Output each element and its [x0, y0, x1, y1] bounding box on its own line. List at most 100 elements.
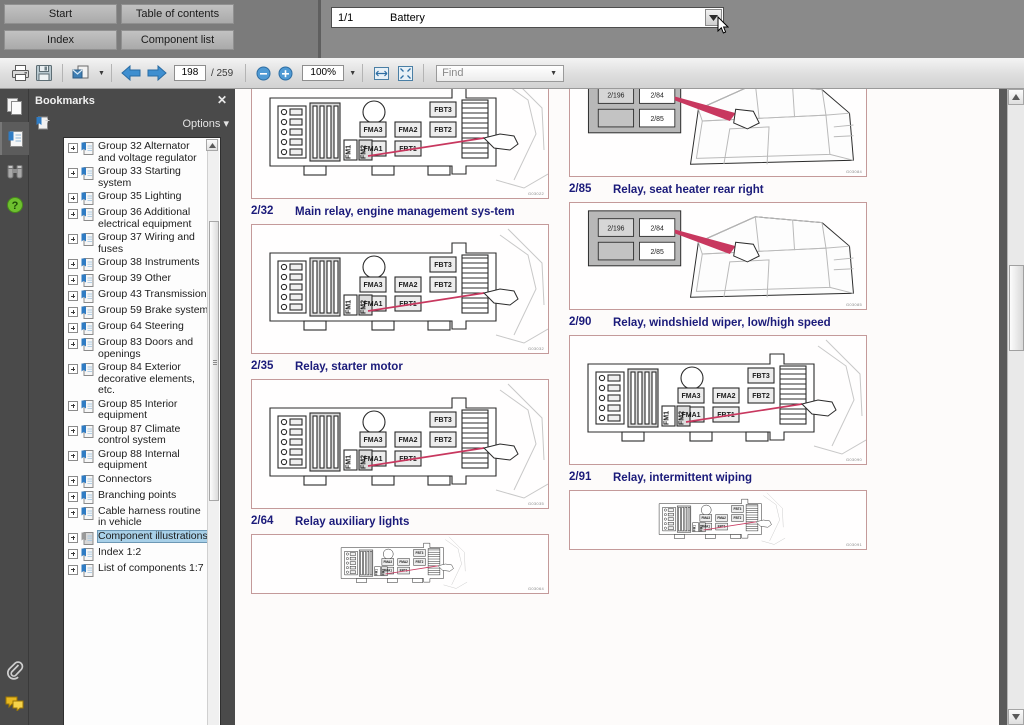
expand-icon[interactable]	[68, 532, 78, 543]
attachments-panel-button[interactable]	[0, 653, 29, 686]
fusebox-illustration: FBT3 FMA3 FMA2 FBT2 FMA1 FBT1 FM1 FM2	[269, 383, 548, 499]
zoom-in-button[interactable]	[274, 61, 296, 86]
comments-panel-button[interactable]	[0, 686, 29, 719]
bookmark-icon	[81, 192, 94, 205]
trunk-relay-illustration: 2/196 2/84 2/85	[587, 210, 854, 298]
bookmark-item[interactable]: Group 84 Exterior decorative elements, e…	[64, 361, 220, 398]
application-window: Start Table of contents Index Component …	[0, 0, 1024, 725]
fit-page-icon[interactable]	[393, 61, 417, 86]
save-icon[interactable]	[32, 61, 56, 86]
bookmark-icon	[81, 290, 94, 303]
toolbar-divider-4	[362, 64, 364, 82]
expand-icon[interactable]	[68, 425, 78, 436]
print-icon[interactable]	[8, 61, 32, 86]
expand-icon[interactable]	[68, 193, 78, 203]
expand-icon[interactable]	[68, 234, 78, 244]
start-button[interactable]: Start	[4, 4, 117, 24]
scroll-up-button[interactable]	[206, 139, 218, 151]
bookmark-item[interactable]: Group 59 Brake system	[64, 304, 220, 320]
bookmark-item[interactable]: Group 83 Doors and openings	[64, 336, 220, 361]
expand-icon[interactable]	[68, 291, 78, 301]
expand-icon[interactable]	[68, 168, 78, 178]
svg-text:FBT2: FBT2	[434, 437, 452, 444]
zoom-dropdown-arrow-icon[interactable]: ▼	[349, 70, 356, 77]
bookmark-item[interactable]: Branching points	[64, 489, 220, 505]
bookmark-item[interactable]: Group 88 Internal equipment	[64, 448, 220, 473]
page-number-input[interactable]: 198	[173, 65, 206, 81]
expand-icon[interactable]	[68, 491, 78, 502]
previous-page-button[interactable]	[118, 61, 144, 86]
component-list-button[interactable]: Component list	[121, 30, 234, 50]
new-bookmark-icon[interactable]	[35, 116, 51, 131]
expand-icon[interactable]	[68, 400, 78, 411]
expand-icon[interactable]	[68, 507, 78, 518]
fusebox-illustration: FBT3 FMA3 FMA2 FBT2 FMA1 FBT1 FM1 FM2	[269, 89, 548, 189]
expand-icon[interactable]	[68, 339, 78, 349]
bookmark-item[interactable]: Connectors	[64, 473, 220, 489]
bookmark-icon	[81, 424, 94, 438]
expand-icon[interactable]	[68, 143, 78, 153]
page-count: / 259	[211, 68, 233, 79]
find-input[interactable]: Find	[436, 64, 565, 82]
expand-icon[interactable]	[68, 450, 78, 461]
bookmarks-tree[interactable]: Group 32 Alternator and voltage regulato…	[63, 137, 221, 725]
bookmark-item[interactable]: Group 87 Climate control system	[64, 423, 220, 448]
bookmarks-vertical-scrollbar[interactable]	[206, 139, 219, 725]
bookmark-item[interactable]: Index 1:2	[64, 546, 220, 562]
bookmark-item[interactable]: List of components 1:7	[64, 562, 220, 578]
expand-icon[interactable]	[68, 475, 78, 486]
bookmark-item[interactable]: Group 33 Starting system	[64, 165, 220, 190]
expand-icon[interactable]	[68, 323, 78, 333]
document-scroll-down-button[interactable]	[1008, 709, 1024, 725]
expand-icon[interactable]	[68, 564, 78, 575]
expand-icon[interactable]	[68, 307, 78, 317]
bookmarks-panel-button[interactable]	[0, 122, 29, 155]
bookmark-item[interactable]: Group 35 Lighting	[64, 190, 220, 206]
zoom-level-input[interactable]: 100%	[302, 65, 345, 81]
bookmark-item[interactable]: Group 32 Alternator and voltage regulato…	[64, 140, 220, 165]
expand-icon[interactable]	[68, 209, 78, 219]
bookmarks-scroll-thumb[interactable]	[209, 221, 219, 501]
find-dropdown-arrow-icon[interactable]: ▼	[550, 70, 557, 77]
bookmark-label: Group 83 Doors and openings	[98, 336, 194, 360]
next-page-button[interactable]	[144, 61, 170, 86]
bookmark-label: Group 88 Internal equipment	[98, 447, 180, 471]
bookmark-item[interactable]: Group 43 Transmission	[64, 288, 220, 304]
pages-panel-button[interactable]	[0, 89, 29, 122]
svg-text:2/84: 2/84	[650, 225, 664, 232]
bookmark-item[interactable]: Group 37 Wiring and fuses	[64, 231, 220, 256]
email-dropdown-arrow-icon[interactable]: ▼	[98, 70, 105, 77]
figure-number: 2/35	[251, 360, 274, 372]
bookmark-item[interactable]: Group 39 Other	[64, 272, 220, 288]
figure-heading: 2/64 Relay auxiliary lights	[251, 515, 549, 529]
expand-icon[interactable]	[68, 548, 78, 559]
bookmark-item[interactable]: Component illustrations	[64, 529, 220, 546]
email-document-icon[interactable]	[69, 61, 93, 86]
chevron-down-icon[interactable]	[705, 9, 722, 26]
expand-icon[interactable]	[68, 259, 78, 269]
component-select[interactable]: 1/1 Battery	[331, 7, 724, 28]
expand-icon[interactable]	[68, 275, 78, 285]
document-scroll-thumb[interactable]	[1009, 265, 1024, 351]
bookmark-item[interactable]: Cable harness routine in vehicle	[64, 505, 220, 530]
bookmark-item[interactable]: Group 38 Instruments	[64, 256, 220, 272]
document-viewport[interactable]: 2/22Relay, climate control system	[235, 89, 1024, 725]
document-vertical-scrollbar[interactable]	[1007, 89, 1024, 725]
search-panel-button[interactable]	[0, 155, 29, 188]
bookmark-label: Group 38 Instruments	[98, 256, 200, 268]
bookmark-item[interactable]: Group 36 Additional electrical equipment	[64, 206, 220, 231]
bookmarks-options-button[interactable]: Options ▾	[182, 117, 229, 130]
close-icon[interactable]: ✕	[217, 93, 227, 107]
help-button[interactable]: ?	[0, 188, 29, 221]
index-button[interactable]: Index	[4, 30, 117, 50]
bookmark-icon	[81, 399, 94, 413]
zoom-out-button[interactable]	[252, 61, 274, 86]
document-scroll-up-button[interactable]	[1008, 89, 1024, 105]
fit-width-icon[interactable]	[369, 61, 393, 86]
expand-icon[interactable]	[68, 364, 78, 374]
bookmark-label: Group 59 Brake system	[98, 304, 209, 316]
bookmark-item[interactable]: Group 85 Interior equipment	[64, 398, 220, 423]
bookmark-item[interactable]: Group 64 Steering	[64, 320, 220, 336]
table-of-contents-button[interactable]: Table of contents	[121, 4, 234, 24]
svg-text:FM2: FM2	[361, 455, 368, 469]
